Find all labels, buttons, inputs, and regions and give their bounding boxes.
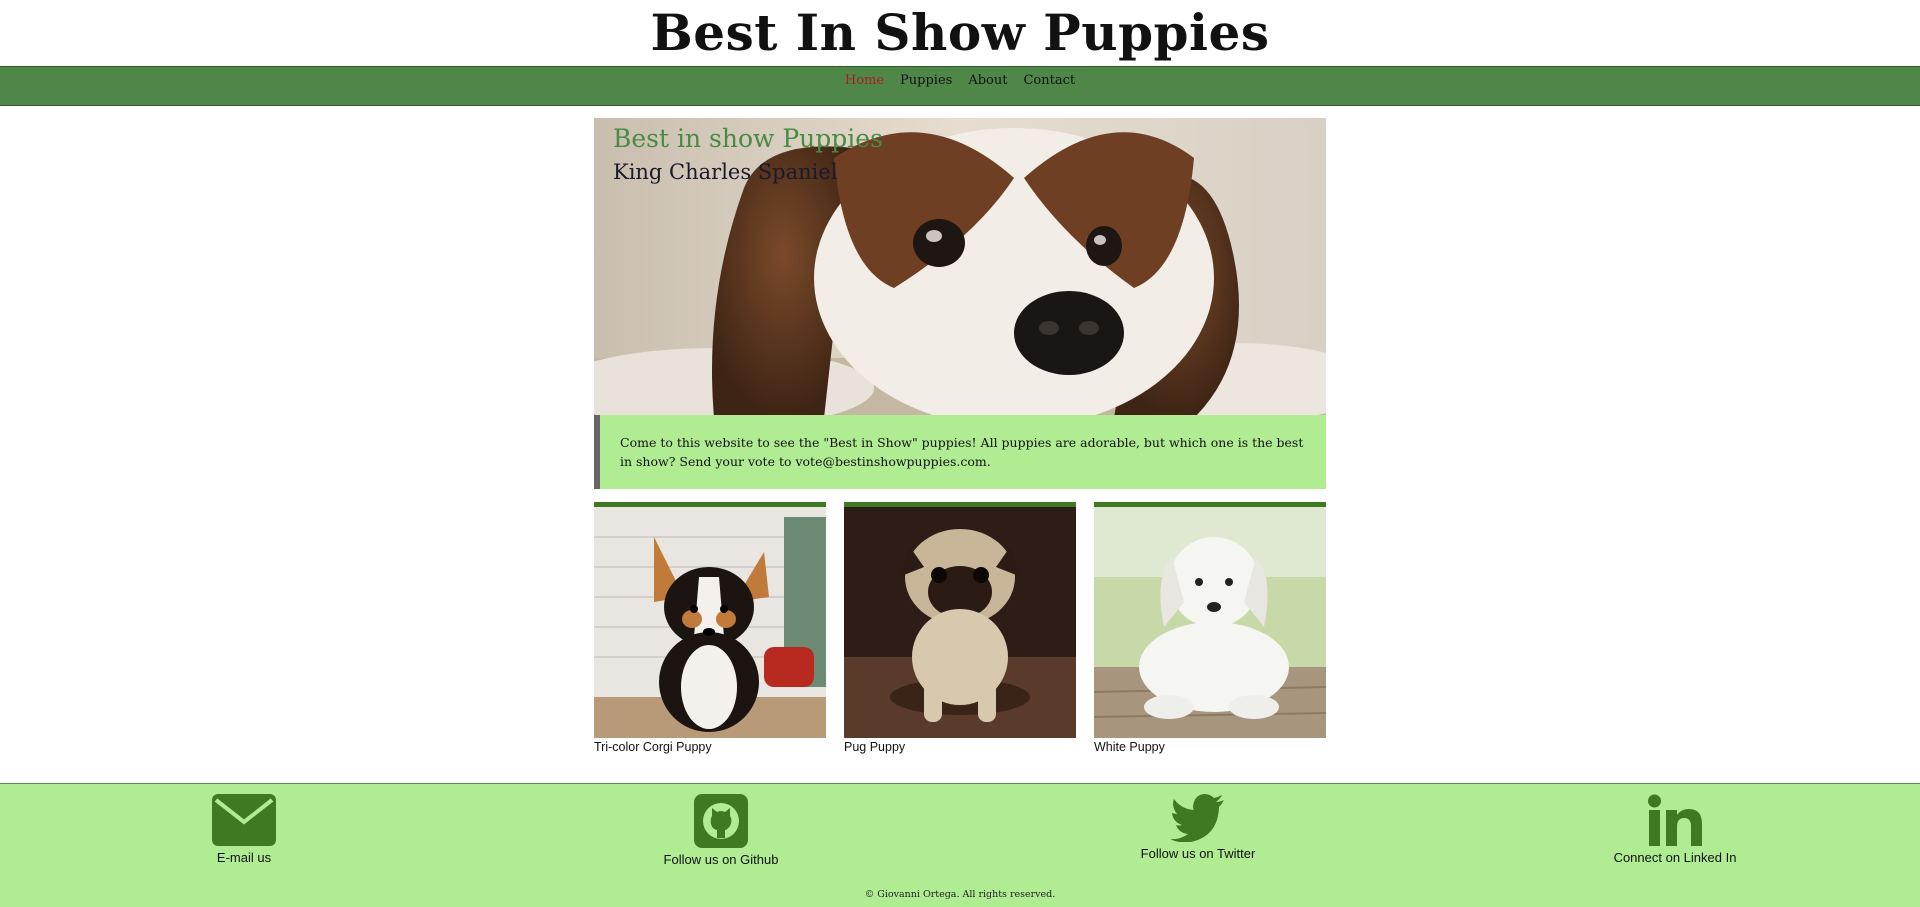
puppy-card[interactable]: White Puppy bbox=[1094, 502, 1326, 755]
white-puppy-image bbox=[1094, 502, 1326, 738]
main-nav: Home Puppies About Contact bbox=[0, 66, 1920, 106]
twitter-icon bbox=[1170, 794, 1224, 842]
email-link[interactable]: E-mail us bbox=[144, 794, 344, 866]
nav-puppies-link[interactable]: Puppies bbox=[900, 72, 952, 90]
intro-text: Come to this website to see the "Best in… bbox=[620, 435, 1304, 469]
pug-image bbox=[844, 502, 1076, 738]
copyright-text: © Giovanni Ortega. All rights reserved. bbox=[864, 889, 1056, 900]
linkedin-link[interactable]: Connect on Linked In bbox=[1575, 794, 1775, 866]
corgi-caption: Tri-color Corgi Puppy bbox=[594, 740, 712, 754]
linkedin-icon bbox=[1648, 794, 1702, 846]
pug-caption: Pug Puppy bbox=[844, 740, 906, 754]
hero-title: Best in show Puppies bbox=[613, 124, 883, 153]
nav-contact-link[interactable]: Contact bbox=[1023, 72, 1075, 90]
corgi-image bbox=[594, 502, 826, 738]
twitter-link[interactable]: Follow us on Twitter bbox=[1098, 794, 1298, 862]
puppy-card[interactable]: Pug Puppy bbox=[844, 502, 1076, 755]
nav-home-link[interactable]: Home bbox=[845, 72, 884, 90]
puppy-gallery: Tri-color Corgi Puppy Pug Puppy White Pu… bbox=[594, 502, 1326, 755]
intro-callout: Come to this website to see the "Best in… bbox=[594, 415, 1326, 489]
email-label: E-mail us bbox=[216, 850, 272, 865]
github-link[interactable]: Follow us on Github bbox=[621, 794, 821, 868]
site-title: Best In Show Puppies bbox=[650, 3, 1270, 62]
github-label: Follow us on Github bbox=[663, 852, 779, 867]
main-content: Best in show Puppies King Charles Spanie… bbox=[594, 118, 1326, 754]
envelope-icon bbox=[212, 794, 276, 846]
site-footer: E-mail us Follow us on Github Follow us … bbox=[0, 783, 1920, 907]
white-puppy-caption: White Puppy bbox=[1094, 740, 1165, 754]
github-icon bbox=[694, 794, 748, 848]
hero-subtitle: King Charles Spaniel bbox=[613, 160, 838, 184]
linkedin-label: Connect on Linked In bbox=[1613, 850, 1737, 865]
nav-about-link[interactable]: About bbox=[968, 72, 1007, 90]
site-header: Best In Show Puppies bbox=[0, 0, 1920, 66]
twitter-label: Follow us on Twitter bbox=[1140, 846, 1256, 861]
hero-banner: Best in show Puppies King Charles Spanie… bbox=[594, 118, 1326, 415]
puppy-card[interactable]: Tri-color Corgi Puppy bbox=[594, 502, 826, 755]
